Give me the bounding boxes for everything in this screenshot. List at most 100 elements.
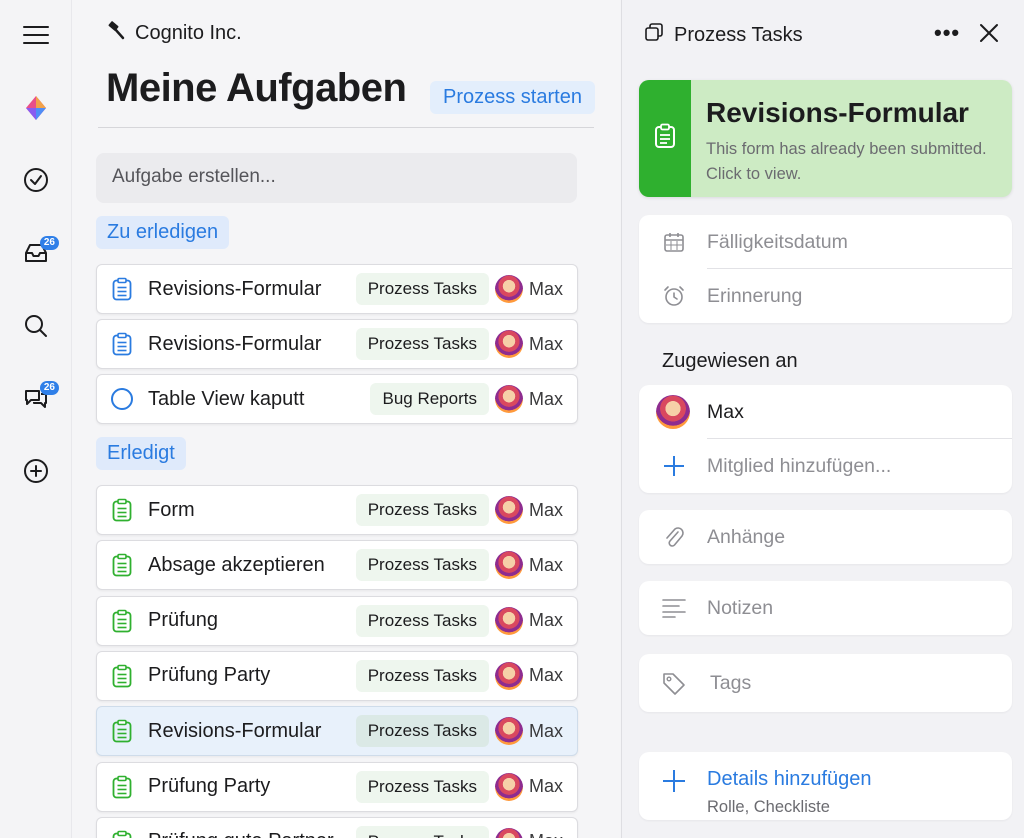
assignee-name: Max <box>528 499 563 520</box>
notes-row[interactable]: Notizen <box>639 581 1012 635</box>
task-name: Form <box>148 498 195 521</box>
search-icon[interactable] <box>17 307 55 345</box>
due-date-label: Fälligkeitsdatum <box>707 230 848 253</box>
tasks-check-icon[interactable] <box>17 161 55 199</box>
notes-lines-icon <box>661 595 687 621</box>
divider <box>98 127 594 128</box>
app-logo-icon[interactable] <box>17 89 55 127</box>
dates-card: Fälligkeitsdatum Erinnerung <box>639 215 1012 323</box>
project-tag[interactable]: Prozess Tasks <box>355 549 489 582</box>
task-row[interactable]: Absage akzeptieren Prozess Tasks Max <box>96 540 578 591</box>
project-tag[interactable]: Prozess Tasks <box>355 659 489 692</box>
start-process-button[interactable]: Prozess starten <box>430 81 595 114</box>
add-circle-icon[interactable] <box>17 452 55 490</box>
project-tag[interactable]: Prozess Tasks <box>355 273 489 305</box>
project-tag[interactable]: Bug Reports <box>370 383 489 415</box>
task-name: Prüfung Party <box>148 775 271 797</box>
task-row[interactable]: Prüfung Party Prozess Tasks Max <box>96 650 578 701</box>
avatar <box>494 551 523 580</box>
task-name: Revisions-Formular <box>148 719 322 742</box>
assigned-label: Zugewiesen an <box>662 350 798 372</box>
inbox-badge: 26 <box>39 236 59 250</box>
task-row[interactable]: Revisions-Formular Prozess Tasks Max <box>96 264 578 314</box>
project-tag[interactable]: Prozess Tasks <box>355 770 489 803</box>
project-tag[interactable]: Prozess Tasks <box>355 494 489 526</box>
left-rail: 26 26 <box>0 0 72 838</box>
attachments-card[interactable]: Anhänge <box>639 510 1012 564</box>
assignee-name: Max <box>529 831 563 838</box>
assignee-name: Max <box>528 278 563 299</box>
create-task-input[interactable]: Aufgabe erstellen... <box>96 153 577 203</box>
panel-header: Prozess Tasks <box>644 22 803 48</box>
assignee-name: Max <box>528 776 563 796</box>
clipboard-icon[interactable] <box>110 332 134 356</box>
clipboard-icon <box>654 123 676 154</box>
form-strip <box>639 80 691 197</box>
task-name: Prüfung Party <box>148 664 271 687</box>
paperclip-icon <box>661 524 687 550</box>
add-details-label: Details hinzufügen <box>707 768 872 790</box>
add-member-row[interactable]: Mitglied hinzufügen... <box>639 439 1012 493</box>
plus-icon <box>661 453 687 479</box>
tag-icon <box>661 670 687 696</box>
tags-row[interactable]: Tags <box>639 654 1012 712</box>
due-date-row[interactable]: Fälligkeitsdatum <box>639 215 1012 269</box>
avatar <box>494 496 523 524</box>
menu-icon[interactable] <box>17 16 55 54</box>
clipboard-done-icon[interactable] <box>110 830 134 838</box>
avatar <box>494 827 523 838</box>
inbox-icon[interactable]: 26 <box>17 234 59 272</box>
form-title: Revisions-Formular <box>706 97 969 128</box>
avatar <box>494 717 523 746</box>
avatar <box>494 606 523 635</box>
task-row[interactable]: Table View kaputt Bug Reports Max <box>96 374 578 424</box>
task-name: Absage akzeptieren <box>148 553 325 576</box>
task-name: Revisions-Formular <box>148 332 322 355</box>
project-tag[interactable]: Prozess Tasks <box>355 604 489 637</box>
close-icon[interactable] <box>978 22 1000 44</box>
avatar <box>494 330 523 358</box>
form-submitted-card[interactable]: Revisions-Formular This form has already… <box>639 80 1012 197</box>
attachments-row[interactable]: Anhänge <box>639 510 1012 564</box>
circle-icon[interactable] <box>110 387 134 411</box>
clipboard-done-icon[interactable] <box>110 609 134 633</box>
reminder-label: Erinnerung <box>707 284 803 307</box>
clipboard-done-icon[interactable] <box>110 664 134 688</box>
reminder-row[interactable]: Erinnerung <box>639 269 1012 323</box>
task-row[interactable]: Prüfung Party Prozess Tasks Max <box>96 761 578 812</box>
avatar <box>494 275 523 303</box>
project-tag[interactable]: Prozess Tasks <box>355 715 489 748</box>
task-row[interactable]: Prüfung gute PartnerProzess Tasks Max <box>96 816 578 838</box>
notes-card[interactable]: Notizen <box>639 581 1012 635</box>
hammer-icon <box>106 20 126 46</box>
add-details-card[interactable]: Details hinzufügen Rolle, Checkliste <box>639 752 1012 820</box>
task-row[interactable]: Revisions-Formular Prozess Tasks Max <box>96 319 578 369</box>
chat-icon[interactable]: 26 <box>17 379 59 417</box>
avatar <box>494 772 523 801</box>
panel-title: Prozess Tasks <box>674 23 803 46</box>
more-options-icon[interactable]: ••• <box>934 20 960 46</box>
clipboard-done-icon[interactable] <box>110 498 134 522</box>
notes-label: Notizen <box>707 596 774 619</box>
task-row[interactable]: Prüfung Prozess Tasks Max <box>96 595 578 646</box>
assignee-name: Max <box>528 554 563 575</box>
clipboard-done-icon[interactable] <box>110 719 134 743</box>
tags-card[interactable]: Tags <box>639 654 1012 712</box>
assignees-card: Max Mitglied hinzufügen... <box>639 385 1012 493</box>
task-row[interactable]: Form Prozess Tasks Max <box>96 485 578 535</box>
clipboard-icon[interactable] <box>110 277 134 301</box>
assignee-name: Max <box>528 665 563 686</box>
section-done[interactable]: Erledigt <box>96 437 186 470</box>
clipboard-done-icon[interactable] <box>110 775 134 799</box>
assignee-name: Max <box>528 610 563 631</box>
tags-label: Tags <box>710 671 752 694</box>
alarm-clock-icon <box>661 283 687 309</box>
section-todo[interactable]: Zu erledigen <box>96 216 230 249</box>
project-tag[interactable]: Prozess Tasks <box>355 825 489 838</box>
clipboard-done-icon[interactable] <box>110 553 134 577</box>
task-row[interactable]: Revisions-Formular Prozess Tasks Max <box>96 706 578 757</box>
task-name: Revisions-Formular <box>148 277 322 300</box>
org-switcher[interactable]: Cognito Inc. <box>106 20 242 46</box>
assignee-row[interactable]: Max <box>639 385 1012 439</box>
project-tag[interactable]: Prozess Tasks <box>355 328 489 360</box>
